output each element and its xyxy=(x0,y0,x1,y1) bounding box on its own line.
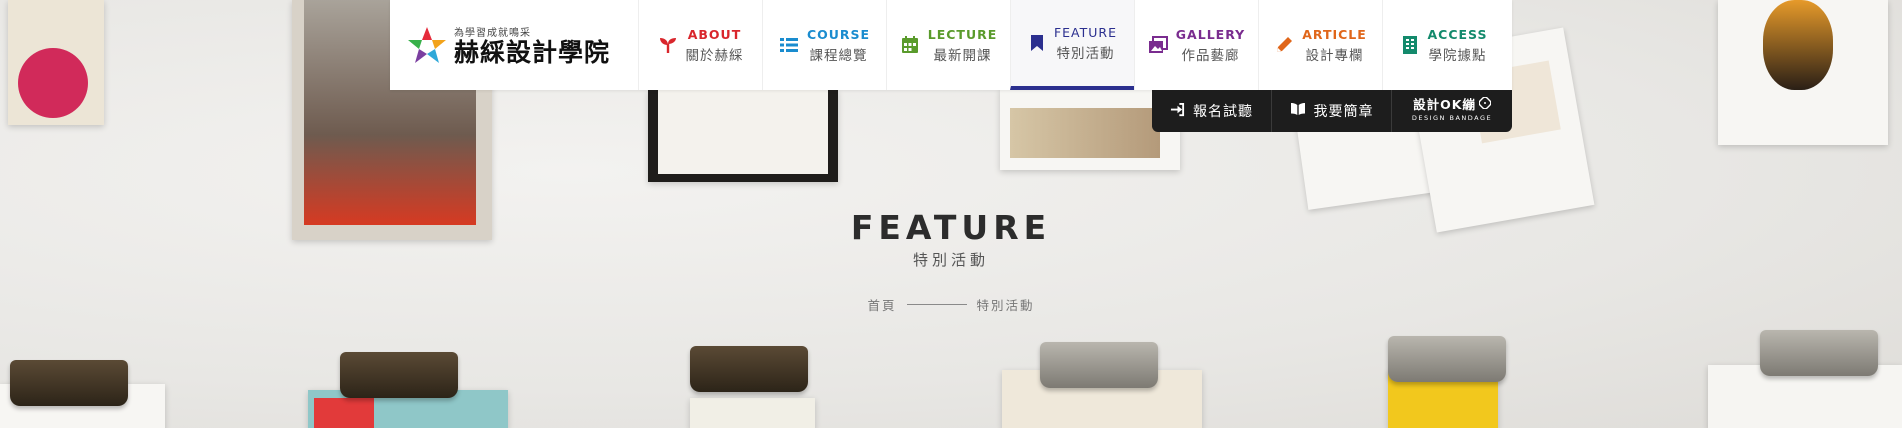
sign-in-icon xyxy=(1170,102,1185,121)
book-open-icon xyxy=(1290,102,1306,120)
decor-clip xyxy=(340,352,458,398)
breadcrumb: 首頁 特別活動 xyxy=(0,295,1902,314)
decor-magazine xyxy=(1718,0,1888,145)
decor-magazine xyxy=(648,90,838,182)
breadcrumb-divider xyxy=(906,304,967,305)
brochure-label: 我要簡章 xyxy=(1313,104,1374,120)
page-subtitle: 特別活動 xyxy=(912,251,989,269)
nav-item-course[interactable]: COURSE 課程總覽 xyxy=(762,0,886,90)
nav-item-feature[interactable]: FEATURE 特別活動 xyxy=(1010,0,1134,90)
images-icon xyxy=(1148,35,1168,55)
nav-item-gallery-en: GALLERY xyxy=(1175,26,1246,42)
breadcrumb-home-link[interactable]: 首頁 xyxy=(867,295,896,314)
star-logo-icon xyxy=(408,27,446,63)
bandage-icon xyxy=(1478,96,1492,112)
nav-item-lecture-zh: 最新開課 xyxy=(933,47,992,64)
brand-name: 赫綵設計學院 xyxy=(454,37,611,67)
top-navigation: 為學習成就鳴采 赫綵設計學院 ABOUT 關於赫綵 COURSE 課程總覽 LE… xyxy=(390,0,1512,90)
nav-item-access[interactable]: ACCESS 學院據點 xyxy=(1382,0,1506,90)
sprout-icon xyxy=(658,35,678,55)
page-header: FEATURE 特別活動 xyxy=(0,208,1902,270)
nav-item-article[interactable]: ARTICLE 設計專欄 xyxy=(1258,0,1382,90)
nav-item-about-en: ABOUT xyxy=(687,26,742,42)
decor-clip xyxy=(1040,342,1158,388)
page-title: FEATURE xyxy=(850,208,1052,247)
decor-clip xyxy=(1388,336,1506,382)
nav-item-about[interactable]: ABOUT 關於赫綵 xyxy=(638,0,762,90)
signup-button[interactable]: 報名試聽 xyxy=(1152,90,1272,132)
breadcrumb-current: 特別活動 xyxy=(976,298,1035,313)
design-bandage-label: 設計OK繃 xyxy=(1413,97,1476,112)
decor-clip xyxy=(1760,330,1878,376)
pencil-icon xyxy=(1274,35,1294,55)
signup-label: 報名試聽 xyxy=(1193,104,1253,120)
nav-item-gallery-zh: 作品藝廊 xyxy=(1181,47,1240,64)
design-bandage-button[interactable]: 設計OK繃 DESIGN BANDAGE xyxy=(1392,90,1512,132)
nav-item-access-en: ACCESS xyxy=(1427,26,1488,42)
calendar-icon xyxy=(900,35,920,55)
nav-item-course-en: COURSE xyxy=(806,26,871,42)
bookmark-icon xyxy=(1028,33,1046,53)
nav-item-about-zh: 關於赫綵 xyxy=(685,47,744,64)
decor-magazine xyxy=(690,398,815,428)
brand-tagline: 為學習成就鳴采 xyxy=(454,27,531,39)
decor-clip xyxy=(10,360,128,406)
nav-item-article-zh: 設計專欄 xyxy=(1305,47,1364,64)
brochure-button[interactable]: 我要簡章 xyxy=(1272,90,1392,132)
building-icon xyxy=(1401,35,1419,55)
nav-item-feature-en: FEATURE xyxy=(1053,24,1118,40)
design-bandage-subtitle: DESIGN BANDAGE xyxy=(1411,114,1493,122)
nav-item-gallery[interactable]: GALLERY 作品藝廊 xyxy=(1134,0,1258,90)
nav-item-lecture[interactable]: LECTURE 最新開課 xyxy=(886,0,1010,90)
decor-magazine xyxy=(8,0,104,125)
nav-item-lecture-en: LECTURE xyxy=(927,26,998,42)
nav-item-course-zh: 課程總覽 xyxy=(809,47,868,64)
decor-clip xyxy=(690,346,808,392)
nav-item-feature-zh: 特別活動 xyxy=(1056,45,1115,62)
site-logo[interactable]: 為學習成就鳴采 赫綵設計學院 xyxy=(390,0,638,90)
nav-item-article-en: ARTICLE xyxy=(1302,26,1367,42)
nav-item-access-zh: 學院據點 xyxy=(1428,47,1487,64)
list-icon xyxy=(779,35,799,55)
action-bar: 報名試聽 我要簡章 設計OK繃 DESIGN BANDAGE xyxy=(1152,90,1512,132)
